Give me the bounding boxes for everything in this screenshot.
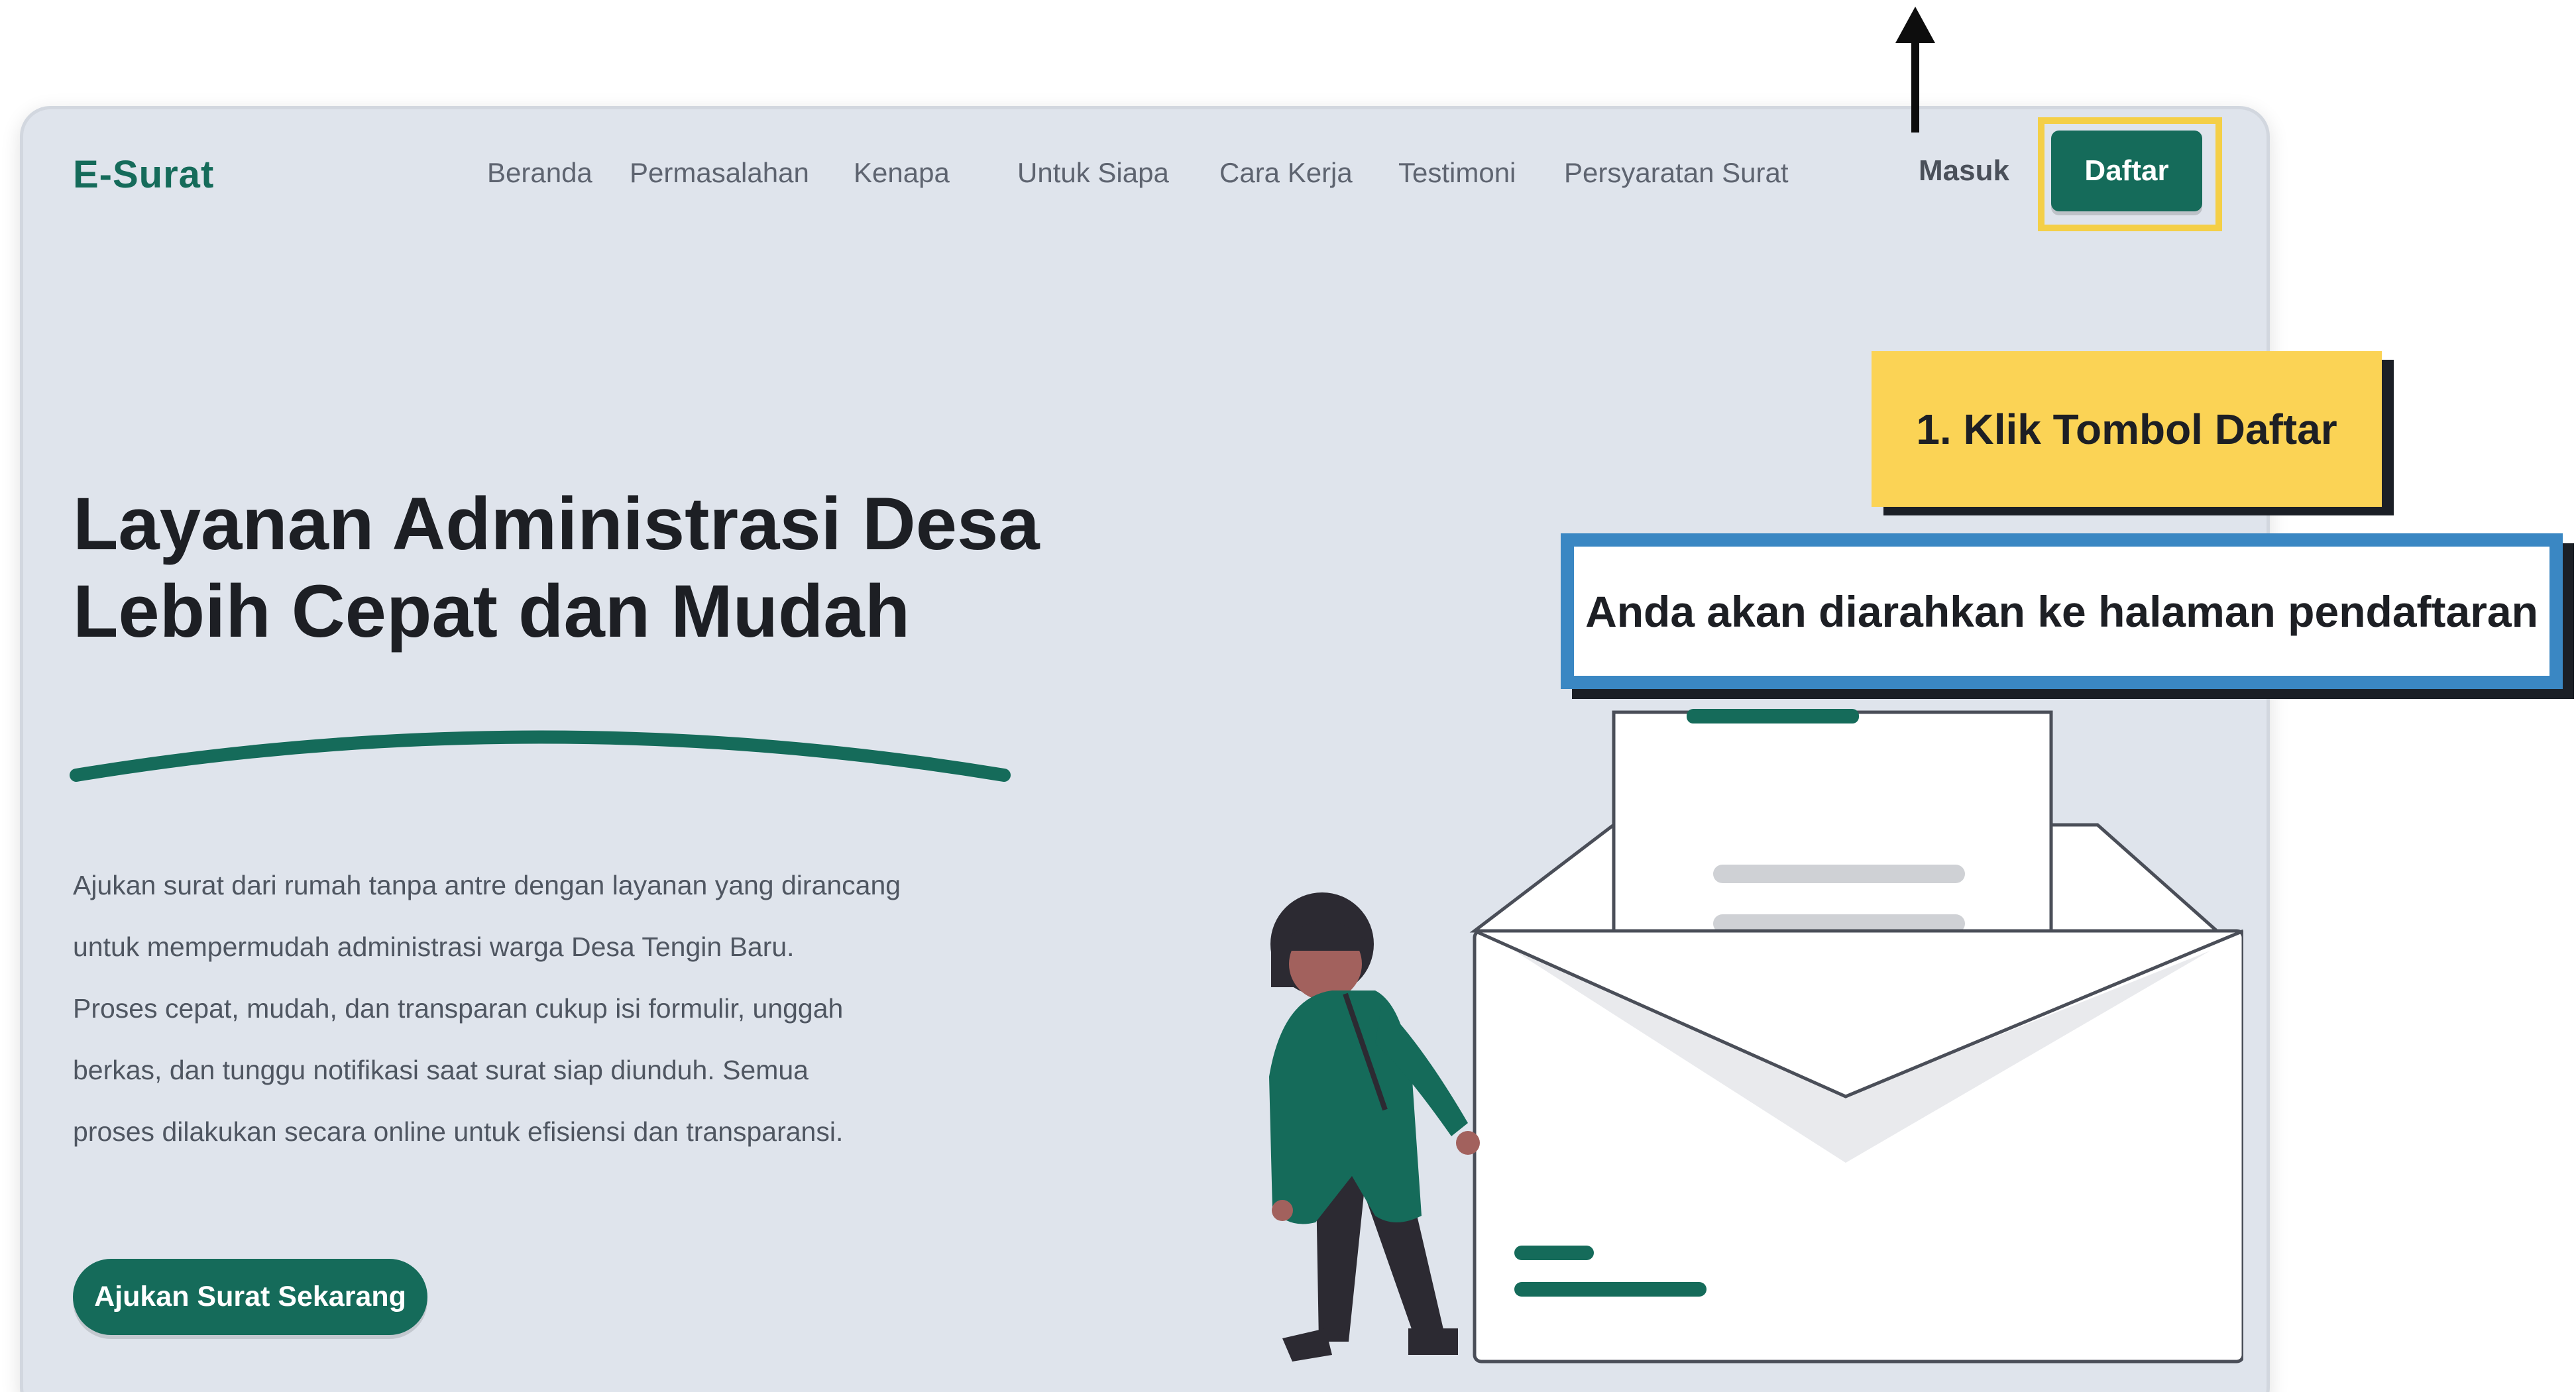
signup-button[interactable]: Daftar (2051, 131, 2202, 211)
nav-item-testimoni[interactable]: Testimoni (1398, 157, 1516, 189)
hero-description-line: Proses cepat, mudah, dan transparan cuku… (73, 993, 844, 1024)
arrow-up-icon (1895, 7, 1935, 133)
hero-description-line: untuk mempermudah administrasi warga Des… (73, 932, 795, 962)
hero-description-line: proses dilakukan secara online untuk efi… (73, 1116, 844, 1147)
landing-page-window: E-Surat Beranda Permasalahan Kenapa Untu… (20, 106, 2270, 1392)
hero-description-line: berkas, dan tunggu notifikasi saat surat… (73, 1055, 809, 1085)
hero-title-line: Layanan Administrasi Desa (73, 482, 1040, 565)
nav-item-beranda[interactable]: Beranda (487, 157, 592, 189)
nav-item-untuk-siapa[interactable]: Untuk Siapa (1017, 157, 1169, 189)
info-callout: Anda akan diarahkan ke halaman pendaftar… (1561, 533, 2563, 689)
hero-title-line: Lebih Cepat dan Mudah (73, 570, 911, 653)
step-callout: 1. Klik Tombol Daftar (1872, 351, 2382, 507)
submit-letter-button[interactable]: Ajukan Surat Sekarang (73, 1259, 427, 1335)
tutorial-screenshot: E-Surat Beranda Permasalahan Kenapa Untu… (0, 0, 2576, 1392)
login-link[interactable]: Masuk (1919, 154, 2009, 187)
woman-with-envelope-illustration (1269, 709, 2243, 1364)
hero-description: Ajukan surat dari rumah tanpa antre deng… (73, 855, 1014, 1163)
hero-description-line: Ajukan surat dari rumah tanpa antre deng… (73, 870, 901, 900)
nav-item-permasalahan[interactable]: Permasalahan (630, 157, 809, 189)
hero-title: Layanan Administrasi Desa Lebih Cepat da… (73, 480, 1133, 655)
nav-item-kenapa[interactable]: Kenapa (854, 157, 950, 189)
nav-item-cara-kerja[interactable]: Cara Kerja (1219, 157, 1353, 189)
hero-underline-decoration (70, 730, 1011, 782)
nav-item-persyaratan-surat[interactable]: Persyaratan Surat (1564, 157, 1789, 189)
